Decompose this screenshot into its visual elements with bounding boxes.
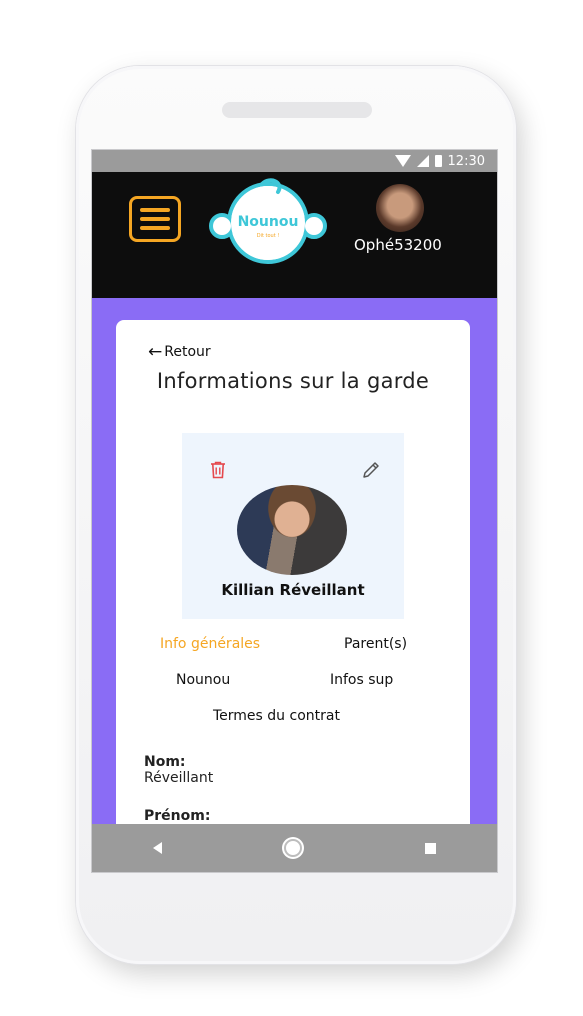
child-profile-card: Killian Réveillant <box>182 433 404 619</box>
pencil-icon[interactable] <box>362 461 380 479</box>
battery-icon <box>434 155 442 167</box>
tab-termes-contrat[interactable]: Termes du contrat <box>213 708 340 724</box>
tab-parents[interactable]: Parent(s) <box>344 636 407 652</box>
tab-nounou[interactable]: Nounou <box>176 672 230 688</box>
page-title: Informations sur la garde <box>156 369 430 393</box>
field-prenom-label: Prénom: <box>144 808 211 824</box>
back-link[interactable]: ← Retour <box>148 342 211 362</box>
tab-infos-sup[interactable]: Infos sup <box>330 672 393 688</box>
nav-back-icon[interactable] <box>153 842 163 854</box>
app-screen: 12:30 Nounou Dit tout ! Ophé53200 ← Reto… <box>91 149 498 873</box>
phone-speaker <box>222 102 372 118</box>
logo-tagline: Dit tout ! <box>257 233 280 239</box>
field-nom-value: Réveillant <box>144 770 214 786</box>
field-nom-label: Nom: <box>144 754 186 770</box>
user-avatar[interactable] <box>376 184 424 232</box>
arrow-left-icon: ← <box>148 342 163 362</box>
logo-text: Nounou <box>238 214 299 230</box>
status-bar: 12:30 <box>92 150 497 172</box>
app-header: Nounou Dit tout ! Ophé53200 <box>92 172 497 298</box>
menu-icon-bar <box>140 208 170 212</box>
content-card: ← Retour Informations sur la garde Killi… <box>116 320 470 872</box>
trash-icon[interactable] <box>210 461 226 479</box>
tab-info-generales[interactable]: Info générales <box>160 636 260 652</box>
nounou-logo[interactable]: Nounou Dit tout ! <box>204 176 332 264</box>
child-name: Killian Réveillant <box>221 581 365 599</box>
status-time: 12:30 <box>447 153 485 169</box>
username[interactable]: Ophé53200 <box>354 236 442 254</box>
nav-recent-apps-icon[interactable] <box>424 842 436 854</box>
android-nav-bar <box>92 824 497 872</box>
child-photo <box>237 485 347 575</box>
nav-home-icon[interactable] <box>284 839 303 857</box>
menu-icon-bar <box>140 217 170 221</box>
signal-icon <box>416 155 429 167</box>
menu-icon-bar <box>140 226 170 230</box>
wifi-icon <box>394 155 411 167</box>
menu-button[interactable] <box>129 196 181 242</box>
back-label: Retour <box>164 344 211 360</box>
phone-frame: 12:30 Nounou Dit tout ! Ophé53200 ← Reto… <box>76 66 516 964</box>
